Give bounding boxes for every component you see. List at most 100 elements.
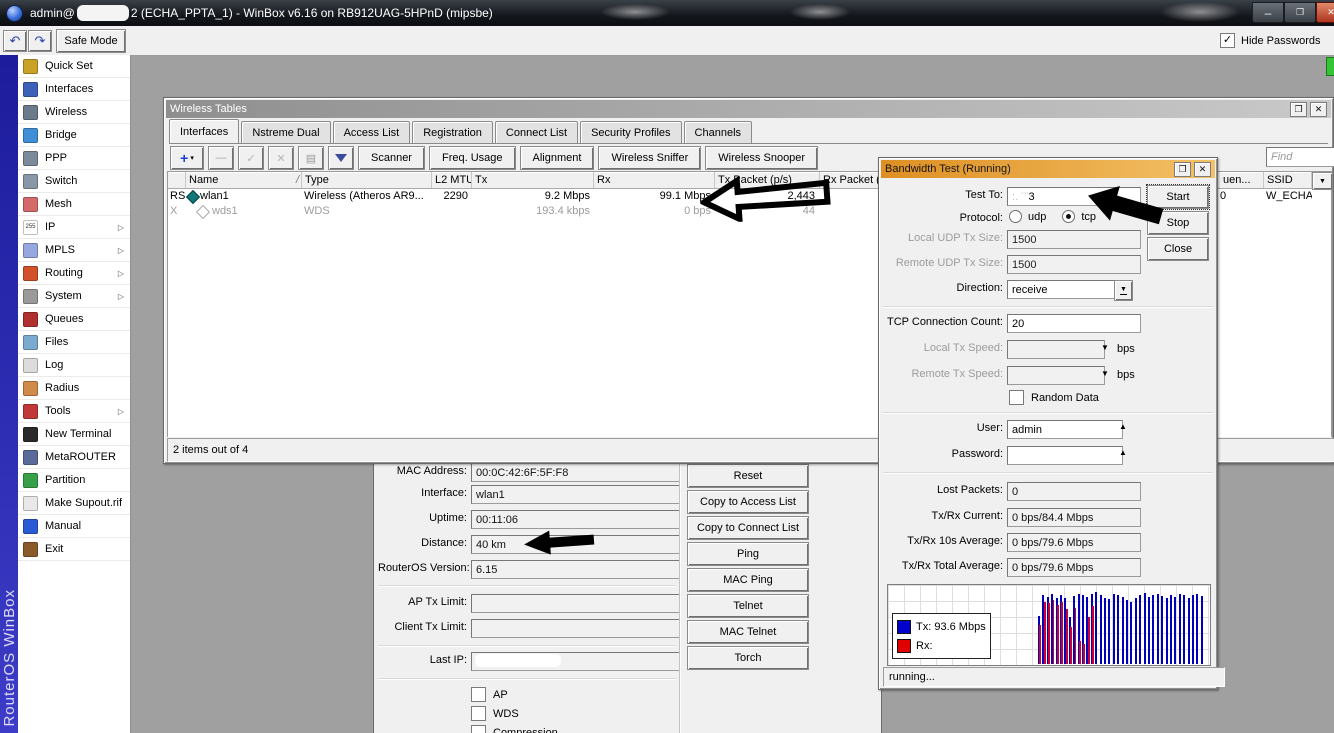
tab-security-profiles[interactable]: Security Profiles <box>580 121 682 143</box>
undo-button[interactable]: ↶ <box>3 30 27 52</box>
random-data-checkbox[interactable] <box>1009 390 1024 405</box>
column-header-rx[interactable]: Rx <box>594 172 715 188</box>
hide-passwords-checkbox[interactable]: ✓ <box>1220 33 1235 48</box>
sidebar-item-interfaces[interactable]: Interfaces <box>18 78 130 101</box>
sidebar-item-label: Exit <box>45 543 64 555</box>
direction-select[interactable]: receive <box>1007 280 1124 299</box>
sidebar-item-ip[interactable]: 255 IP ▷ <box>18 216 130 239</box>
password-spinner-icon[interactable]: ▲ <box>1119 448 1127 457</box>
protocol-tcp-radio[interactable] <box>1062 210 1076 223</box>
tab-connect-list[interactable]: Connect List <box>494 121 579 143</box>
direction-dropdown-button[interactable]: ▼ <box>1114 280 1133 301</box>
bt-status-text: running... <box>889 671 935 683</box>
sidebar-item-make-supout-rif[interactable]: Make Supout.rif <box>18 492 130 515</box>
test-to-label: Test To: <box>965 189 1003 201</box>
alignment-button[interactable]: Alignment <box>519 146 595 170</box>
tab-interfaces[interactable]: Interfaces <box>169 119 240 143</box>
ping-button[interactable]: Ping <box>687 542 809 566</box>
protocol-udp-radio[interactable] <box>1009 210 1022 223</box>
wds-checkbox-label: WDS <box>493 707 519 720</box>
compression-checkbox[interactable] <box>471 725 486 733</box>
tab-nstreme-dual[interactable]: Nstreme Dual <box>241 121 331 143</box>
ap-checkbox[interactable] <box>471 687 486 702</box>
sidebar-item-files[interactable]: Files <box>18 331 130 354</box>
tab-registration[interactable]: Registration <box>412 121 493 143</box>
comment-button[interactable]: ▤ <box>298 146 324 170</box>
user-input[interactable]: admin <box>1007 420 1123 439</box>
sidebar-item-quick-set[interactable]: Quick Set <box>18 55 130 78</box>
column-header-ssid[interactable]: SSID <box>1264 172 1312 188</box>
sidebar-item-wireless[interactable]: Wireless <box>18 101 130 124</box>
add-interface-button[interactable]: + ▾ <box>170 146 204 170</box>
checkbox-group-ap[interactable]: AP <box>471 687 508 702</box>
torch-button[interactable]: Torch <box>687 646 809 670</box>
filter-button[interactable] <box>328 146 354 170</box>
column-header-uen-[interactable]: uen... <box>1220 172 1264 188</box>
wt-close-button[interactable]: ✕ <box>1310 101 1327 117</box>
column-header-type[interactable]: Type <box>302 172 432 188</box>
bt-maximize-button[interactable]: ❐ <box>1174 161 1191 177</box>
random-data-group[interactable]: Random Data <box>1009 390 1099 405</box>
freq-usage-button[interactable]: Freq. Usage <box>428 146 516 170</box>
password-input[interactable] <box>1007 446 1123 465</box>
sidebar-item-exit[interactable]: Exit <box>18 538 130 561</box>
enable-button[interactable]: ✓ <box>238 146 264 170</box>
copy-to-access-list-button[interactable]: Copy to Access List <box>687 490 809 514</box>
sidebar-item-routing[interactable]: Routing ▷ <box>18 262 130 285</box>
sidebar-item-tools[interactable]: Tools ▷ <box>18 400 130 423</box>
mac-ping-button[interactable]: MAC Ping <box>687 568 809 592</box>
remote-tx-speed-dropdown-icon[interactable]: ▼ <box>1101 369 1109 378</box>
close-button[interactable]: Close <box>1147 237 1209 261</box>
remove-interface-button[interactable]: — <box>208 146 234 170</box>
wireless-snooper-button[interactable]: Wireless Snooper <box>705 146 819 170</box>
column-header-tx[interactable]: Tx <box>472 172 594 188</box>
local-tx-speed-dropdown-icon[interactable]: ▼ <box>1101 343 1109 352</box>
column-header-flags[interactable] <box>168 172 186 188</box>
sidebar-item-bridge[interactable]: Bridge <box>18 124 130 147</box>
column-header-name[interactable]: Name / <box>186 172 302 188</box>
tx-bar <box>1095 592 1098 664</box>
app-minimize-button[interactable]: – <box>1252 2 1284 23</box>
sidebar-item-mpls[interactable]: MPLS ▷ <box>18 239 130 262</box>
checkbox-group-compression[interactable]: Compression <box>471 725 558 733</box>
wt-maximize-button[interactable]: ❐ <box>1290 101 1307 117</box>
sidebar-item-new-terminal[interactable]: New Terminal <box>18 423 130 446</box>
tcp-connection-count-input[interactable]: 20 <box>1007 314 1141 333</box>
scanner-button[interactable]: Scanner <box>358 146 425 170</box>
sidebar-item-switch[interactable]: Switch <box>18 170 130 193</box>
sidebar-item-mesh[interactable]: Mesh <box>18 193 130 216</box>
disable-button[interactable]: ✕ <box>268 146 294 170</box>
tab-access-list[interactable]: Access List <box>332 121 411 143</box>
wireless-sniffer-button[interactable]: Wireless Sniffer <box>598 146 702 170</box>
checkbox-group-wds[interactable]: WDS <box>471 706 519 721</box>
sidebar-item-partition[interactable]: Partition <box>18 469 130 492</box>
tab-channels[interactable]: Channels <box>683 121 753 143</box>
sidebar-item-metarouter[interactable]: MetaROUTER <box>18 446 130 469</box>
tx-bar <box>1104 597 1106 664</box>
bandwidth-test-titlebar[interactable]: Bandwidth Test (Running) ❐ ✕ <box>881 160 1215 178</box>
bt-close-button[interactable]: ✕ <box>1194 161 1211 177</box>
reset-button[interactable]: Reset <box>687 464 809 488</box>
copy-to-connect-list-button[interactable]: Copy to Connect List <box>687 516 809 540</box>
safe-mode-button[interactable]: Safe Mode <box>56 29 126 53</box>
hide-passwords-group[interactable]: ✓ Hide Passwords <box>1220 33 1320 48</box>
user-spinner-icon[interactable]: ▲ <box>1119 422 1127 431</box>
metarouter-pc-icon <box>23 449 38 465</box>
mac-telnet-button[interactable]: MAC Telnet <box>687 620 809 644</box>
sidebar-item-log[interactable]: Log <box>18 354 130 377</box>
sidebar-item-system[interactable]: System ▷ <box>18 285 130 308</box>
wds-checkbox[interactable] <box>471 706 486 721</box>
column-header-l2-mtu[interactable]: L2 MTU <box>432 172 472 188</box>
column-select-button[interactable]: ▼ <box>1312 172 1333 190</box>
sidebar-item-radius[interactable]: Radius <box>18 377 130 400</box>
redo-button[interactable]: ↷ <box>28 30 52 52</box>
wireless-tables-titlebar[interactable]: Wireless Tables ❐ ✕ <box>166 100 1331 118</box>
sidebar-item-manual[interactable]: Manual <box>18 515 130 538</box>
app-maximize-button[interactable]: ❐ <box>1284 2 1316 23</box>
telnet-button[interactable]: Telnet <box>687 594 809 618</box>
find-input[interactable]: Find <box>1266 147 1334 167</box>
sidebar-item-ppp[interactable]: PPP <box>18 147 130 170</box>
app-close-button[interactable]: ✕ <box>1316 2 1334 23</box>
sidebar-item-queues[interactable]: Queues <box>18 308 130 331</box>
wireless-interface-icon <box>185 189 201 205</box>
